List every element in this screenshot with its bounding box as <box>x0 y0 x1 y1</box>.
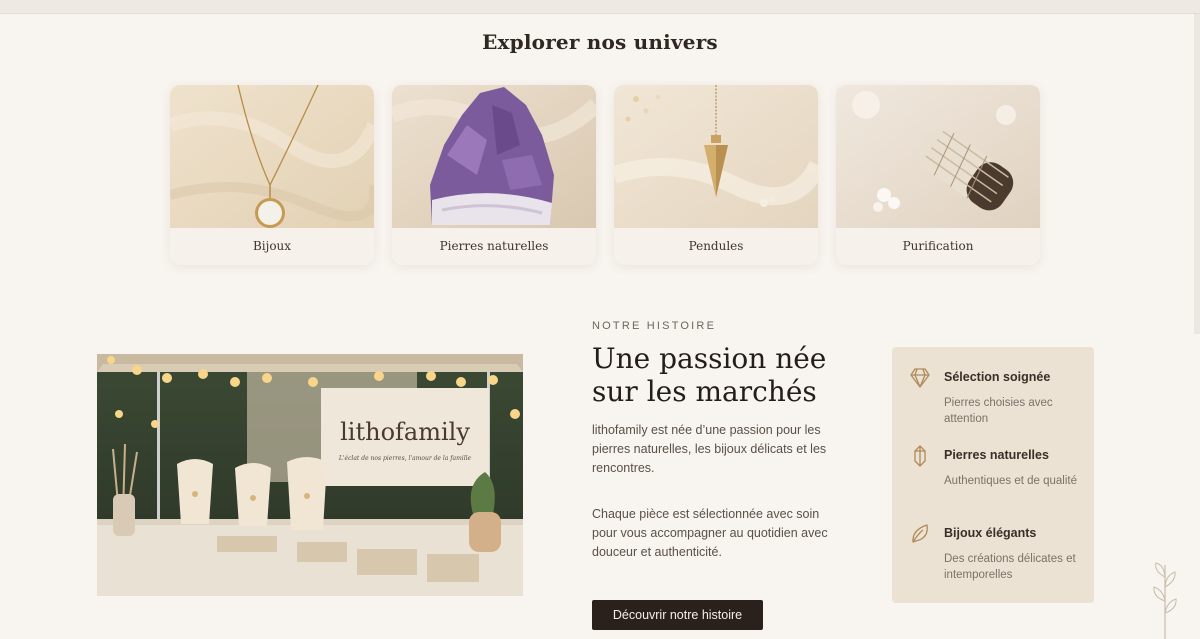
category-card-bijoux[interactable]: Bijoux <box>170 85 374 265</box>
explore-title: Explorer nos univers <box>482 30 718 54</box>
feature-title: Sélection soignée <box>944 370 1051 384</box>
leaf-icon <box>912 524 928 543</box>
feature-description: Authentiques et de qualité <box>944 475 1077 487</box>
diamond-icon <box>910 368 930 388</box>
category-label: Pierres naturelles <box>439 239 549 253</box>
story-paragraph-1: lithofamily est née d’une passion pour l… <box>592 423 827 475</box>
sage-bundle-photo <box>836 85 1040 228</box>
pendulum-photo <box>614 85 818 228</box>
discover-story-button[interactable]: Découvrir notre histoire <box>592 600 763 630</box>
scrollbar-track[interactable] <box>1194 14 1200 334</box>
feature-item: Sélection soignée Pierres choisies avec … <box>892 366 1094 436</box>
top-strip <box>0 0 1200 14</box>
crystal-icon <box>914 445 926 467</box>
branch-decoration-icon <box>1153 562 1177 639</box>
feature-description: Des créations délicates et intemporelles <box>944 553 1076 581</box>
story-title: Une passion née sur les marchés <box>592 342 827 408</box>
category-label: Pendules <box>688 239 744 253</box>
features-panel: Sélection soignée Pierres choisies avec … <box>892 347 1094 603</box>
category-card-purification[interactable]: Purification <box>836 85 1040 265</box>
feature-title: Pierres naturelles <box>944 448 1049 462</box>
category-label: Purification <box>902 239 974 253</box>
category-label: Bijoux <box>252 239 292 253</box>
banner-tagline: L'éclat de nos pierres, l'amour de la fa… <box>338 455 472 462</box>
amethyst-photo <box>392 85 596 228</box>
market-stall-photo: lithofamily L'éclat de nos pierres, l'am… <box>97 354 523 596</box>
feature-title: Bijoux élégants <box>944 526 1037 540</box>
necklace-photo <box>170 85 374 228</box>
feature-description: Pierres choisies avec attention <box>944 397 1053 425</box>
banner-text: lithofamily <box>340 418 470 446</box>
story-paragraph-2: Chaque pièce est sélectionnée avec soin … <box>592 507 828 559</box>
category-card-pendules[interactable]: Pendules <box>614 85 818 265</box>
category-cards: Bijoux Pierres naturelles Pendules Purif… <box>170 85 1041 265</box>
feature-item: Pierres naturelles Authentiques et de qu… <box>892 444 1094 514</box>
category-card-pierres-naturelles[interactable]: Pierres naturelles <box>392 85 596 265</box>
feature-item: Bijoux élégants Des créations délicates … <box>892 522 1094 592</box>
story-eyebrow: NOTRE HISTOIRE <box>592 320 717 332</box>
